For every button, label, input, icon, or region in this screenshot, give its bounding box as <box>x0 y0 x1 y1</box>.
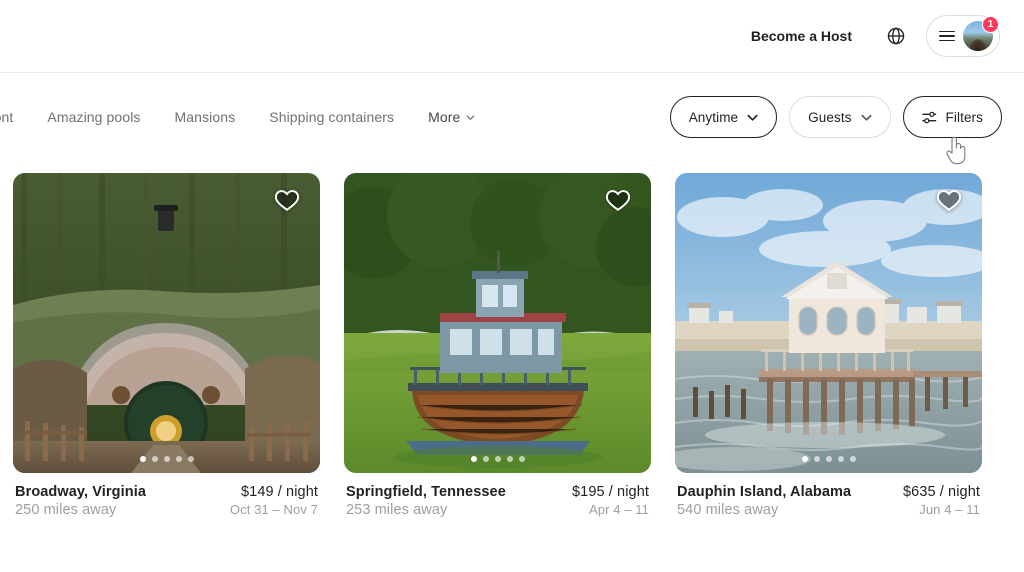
category-label: achfront <box>0 109 14 125</box>
guests-filter-label: Guests <box>808 109 852 125</box>
listing-title: Dauphin Island, Alabama <box>677 484 852 500</box>
carousel-dot[interactable] <box>482 456 489 462</box>
listing-dates: Jun 4 – 11 <box>919 502 980 517</box>
listing-price: $149 / night <box>241 484 318 500</box>
favorite-heart-icon[interactable] <box>936 187 962 213</box>
category-label: Amazing pools <box>47 109 141 125</box>
sliders-icon <box>921 111 936 123</box>
carousel-dot[interactable] <box>849 456 856 462</box>
listing-details: Dauphin Island, Alabama $635 / night 540… <box>675 473 982 518</box>
carousel-dot[interactable] <box>518 456 525 462</box>
avatar[interactable]: 1 <box>963 16 999 51</box>
chevron-down-icon <box>467 114 475 120</box>
carousel-dot[interactable] <box>151 456 158 462</box>
filter-buttons: Anytime Guests Filters <box>669 96 1002 138</box>
listing-dates: Oct 31 – Nov 7 <box>229 502 318 517</box>
header-actions: Become a Host 1 <box>737 15 1000 57</box>
carousel-dot[interactable] <box>813 456 820 462</box>
carousel-dot[interactable] <box>825 456 832 462</box>
chevron-down-icon <box>861 114 872 121</box>
listing-distance: 540 miles away <box>677 502 779 518</box>
favorite-heart-icon[interactable] <box>274 187 300 213</box>
language-globe-button[interactable] <box>876 16 916 56</box>
carousel-dot[interactable] <box>163 456 170 462</box>
listing-details: Broadway, Virginia $149 / night 250 mile… <box>13 473 320 518</box>
category-label: Shipping containers <box>269 109 395 125</box>
favorite-heart-icon[interactable] <box>605 187 631 213</box>
listing-photo[interactable] <box>13 173 320 473</box>
carousel-dot[interactable] <box>506 456 513 462</box>
category-more-button[interactable]: More <box>428 109 475 125</box>
carousel-dot[interactable] <box>470 456 477 462</box>
carousel-dot[interactable] <box>837 456 844 462</box>
listing-photo[interactable] <box>344 173 651 473</box>
category-mansions[interactable]: Mansions <box>175 109 236 125</box>
filters-button[interactable]: Filters <box>902 96 1002 138</box>
site-header: Become a Host 1 <box>0 0 1024 73</box>
date-filter-button[interactable]: Anytime <box>669 96 778 138</box>
listing-card[interactable]: Springfield, Tennessee $195 / night 253 … <box>344 173 651 518</box>
listing-grid: Broadway, Virginia $149 / night 250 mile… <box>0 161 1024 518</box>
photo-carousel-dots[interactable] <box>13 456 320 462</box>
listing-distance: 250 miles away <box>15 502 117 518</box>
more-label: More <box>428 109 461 125</box>
listing-details: Springfield, Tennessee $195 / night 253 … <box>344 473 651 518</box>
listing-photo[interactable] <box>675 173 982 473</box>
filters-label: Filters <box>945 109 983 125</box>
guests-filter-button[interactable]: Guests <box>789 96 891 138</box>
carousel-dot[interactable] <box>175 456 182 462</box>
category-amazing-pools[interactable]: Amazing pools <box>47 109 140 125</box>
listing-card[interactable]: Dauphin Island, Alabama $635 / night 540… <box>675 173 982 518</box>
listing-title: Broadway, Virginia <box>15 484 146 500</box>
boat-house-on-lawn-image <box>344 173 651 473</box>
globe-icon <box>887 27 905 45</box>
carousel-dot[interactable] <box>139 456 146 462</box>
listing-distance: 253 miles away <box>346 502 448 518</box>
chevron-down-icon <box>747 114 758 121</box>
category-beachfront[interactable]: achfront <box>0 109 13 125</box>
carousel-dot[interactable] <box>494 456 501 462</box>
photo-carousel-dots[interactable] <box>344 456 651 462</box>
notification-badge: 1 <box>982 16 999 33</box>
date-filter-label: Anytime <box>688 109 739 125</box>
stilt-house-over-water-image <box>675 173 982 473</box>
category-list: achfront Amazing pools Mansions Shipping… <box>0 109 670 125</box>
hamburger-menu-icon <box>939 30 955 42</box>
category-filter-bar: achfront Amazing pools Mansions Shipping… <box>0 73 1024 161</box>
listing-title: Springfield, Tennessee <box>346 484 506 500</box>
carousel-dot[interactable] <box>187 456 194 462</box>
listing-dates: Apr 4 – 11 <box>588 502 649 517</box>
hobbit-house-hillside-image <box>13 173 320 473</box>
photo-carousel-dots[interactable] <box>675 456 982 462</box>
category-shipping-containers[interactable]: Shipping containers <box>269 109 394 125</box>
become-a-host-button[interactable]: Become a Host <box>737 18 866 54</box>
become-a-host-label: Become a Host <box>750 28 852 44</box>
user-menu-button[interactable]: 1 <box>926 15 1000 57</box>
carousel-dot[interactable] <box>801 456 808 462</box>
category-label: Mansions <box>174 109 236 125</box>
listing-price: $635 / night <box>903 484 980 500</box>
listing-card[interactable]: Broadway, Virginia $149 / night 250 mile… <box>13 173 320 518</box>
listing-price: $195 / night <box>572 484 649 500</box>
